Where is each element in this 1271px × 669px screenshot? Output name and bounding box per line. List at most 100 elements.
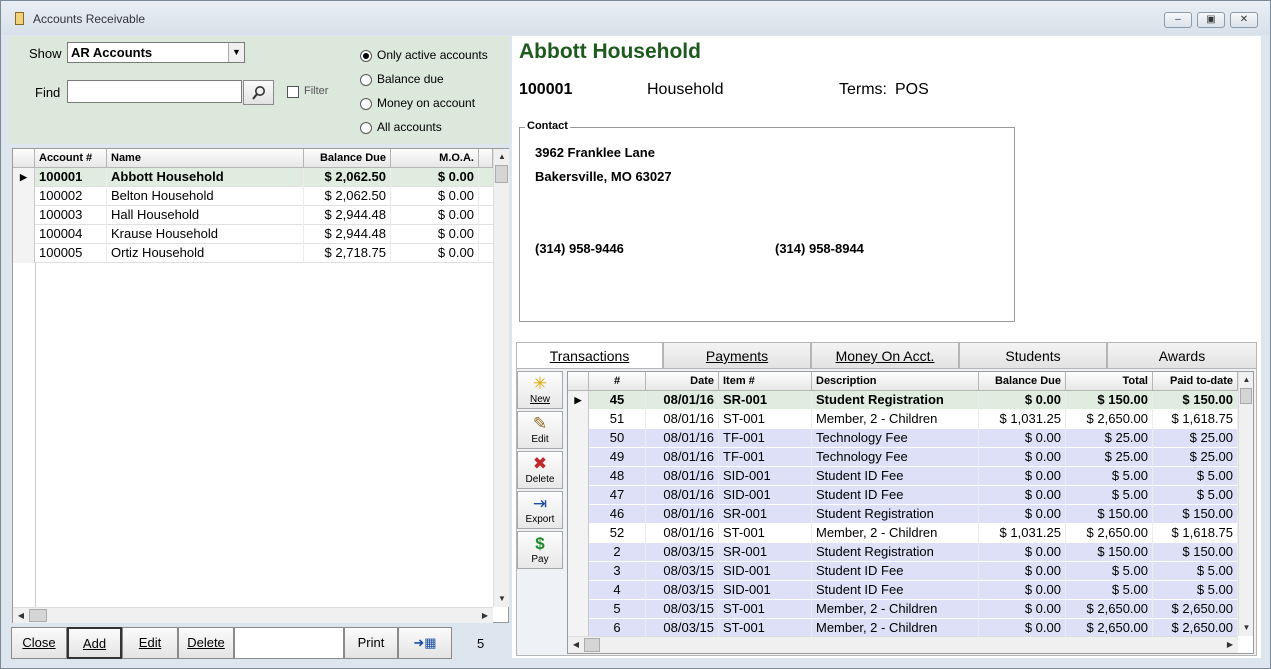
scroll-up-icon[interactable]: ▲ [494, 149, 510, 165]
row-indicator[interactable] [568, 486, 589, 505]
row-indicator[interactable] [568, 410, 589, 429]
search-button[interactable] [243, 80, 274, 105]
row-indicator[interactable] [568, 505, 589, 524]
scroll-down-icon[interactable]: ▼ [494, 591, 510, 607]
row-indicator[interactable]: ▶ [568, 391, 589, 410]
column-header-account[interactable]: Account # [35, 149, 107, 168]
table-row[interactable]: 100004 Krause Household $ 2,944.48 $ 0.00 [13, 225, 493, 244]
row-indicator[interactable] [568, 429, 589, 448]
pay-button[interactable]: $ Pay [517, 531, 563, 569]
scroll-thumb[interactable] [1240, 388, 1252, 404]
radio-all-accounts[interactable]: All accounts [360, 120, 442, 136]
print-button[interactable]: Print [344, 627, 398, 659]
table-row[interactable]: 50 08/01/16 TF-001 Technology Fee $ 0.00 $ 25… [568, 429, 1238, 448]
row-indicator[interactable] [568, 524, 589, 543]
delete-x-icon: ✖ [532, 454, 548, 473]
column-header-balance-due[interactable]: Balance Due [304, 149, 391, 168]
table-row[interactable]: 47 08/01/16 SID-001 Student ID Fee $ 0.00 $ 5… [568, 486, 1238, 505]
column-header-name[interactable]: Name [107, 149, 304, 168]
row-indicator[interactable] [568, 562, 589, 581]
row-indicator[interactable] [13, 225, 35, 244]
tab-money-on-acct[interactable]: Money On Acct. [811, 342, 959, 369]
tab-payments[interactable]: Payments [663, 342, 811, 369]
scroll-thumb[interactable] [495, 165, 508, 183]
number-cell: 47 [589, 486, 646, 505]
scroll-left-icon[interactable]: ◀ [13, 608, 29, 624]
row-indicator[interactable] [568, 600, 589, 619]
scroll-right-icon[interactable]: ▶ [477, 608, 493, 624]
row-indicator[interactable] [568, 581, 589, 600]
table-row[interactable]: 51 08/01/16 ST-001 Member, 2 - Children $ 1,… [568, 410, 1238, 429]
paid-to-date-cell: $ 5.00 [1153, 467, 1238, 486]
export-button[interactable]: ⇥ Export [517, 491, 563, 529]
column-header-balance-due[interactable]: Balance Due [979, 372, 1066, 391]
new-button[interactable]: ✳ New [517, 371, 563, 409]
edit-button[interactable]: Edit [122, 627, 178, 659]
table-row[interactable]: 46 08/01/16 SR-001 Student Registration $ 0.… [568, 505, 1238, 524]
tab-transactions[interactable]: Transactions [516, 342, 663, 370]
row-indicator[interactable] [568, 448, 589, 467]
accounts-vertical-scrollbar[interactable]: ▲ ▼ [493, 149, 509, 607]
scroll-thumb[interactable] [29, 609, 47, 622]
accounts-horizontal-scrollbar[interactable]: ◀ ▶ [13, 607, 493, 623]
maximize-button[interactable]: ▣ [1197, 12, 1225, 28]
radio-balance-due[interactable]: Balance due [360, 72, 444, 88]
column-header-number[interactable]: # [589, 372, 646, 391]
table-row[interactable]: 100003 Hall Household $ 2,944.48 $ 0.00 [13, 206, 493, 225]
close-window-button[interactable]: ✕ [1230, 12, 1258, 28]
scroll-left-icon[interactable]: ◀ [568, 637, 584, 653]
tab-students[interactable]: Students [959, 342, 1107, 369]
table-row[interactable]: 48 08/01/16 SID-001 Student ID Fee $ 0.00 $ 5… [568, 467, 1238, 486]
radio-button-selected[interactable] [360, 49, 372, 62]
table-row[interactable]: ▶ 45 08/01/16 SR-001 Student Registration $ 0… [568, 391, 1238, 410]
row-indicator[interactable] [13, 244, 35, 263]
close-button[interactable]: Close [11, 627, 67, 659]
add-button[interactable]: Add [67, 627, 122, 659]
table-row[interactable]: 3 08/03/15 SID-001 Student ID Fee $ 0.00 $ 5.… [568, 562, 1238, 581]
scroll-up-icon[interactable]: ▲ [1239, 372, 1254, 388]
export-grid-button[interactable]: ➜▦ [398, 627, 452, 659]
column-header-paid-to-date[interactable]: Paid to-date [1153, 372, 1238, 391]
filter-checkbox[interactable] [287, 86, 299, 98]
edit-transaction-button[interactable]: ✎ Edit [517, 411, 563, 449]
find-input[interactable] [67, 80, 242, 103]
transactions-horizontal-scrollbar[interactable]: ◀ ▶ [568, 636, 1238, 653]
column-header-description[interactable]: Description [812, 372, 979, 391]
tab-awards[interactable]: Awards [1107, 342, 1257, 369]
row-indicator[interactable]: ▶ [13, 168, 35, 187]
table-row[interactable]: 2 08/03/15 SR-001 Student Registration $ 0.0… [568, 543, 1238, 562]
radio-button[interactable] [360, 73, 372, 86]
radio-button[interactable] [360, 97, 372, 110]
radio-only-active[interactable]: Only active accounts [360, 48, 488, 64]
row-indicator[interactable] [13, 206, 35, 225]
paid-to-date-cell: $ 5.00 [1153, 486, 1238, 505]
table-row[interactable]: 52 08/01/16 ST-001 Member, 2 - Children $ 1,… [568, 524, 1238, 543]
scroll-thumb[interactable] [584, 638, 600, 652]
description-cell: Member, 2 - Children [812, 600, 979, 619]
table-row[interactable]: 4 08/03/15 SID-001 Student ID Fee $ 0.00 $ 5.… [568, 581, 1238, 600]
column-header-total[interactable]: Total [1066, 372, 1153, 391]
scroll-right-icon[interactable]: ▶ [1222, 637, 1238, 653]
table-row[interactable]: ▶ 100001 Abbott Household $ 2,062.50 $ 0.00 [13, 168, 493, 187]
paid-to-date-cell: $ 5.00 [1153, 581, 1238, 600]
table-row[interactable]: 100002 Belton Household $ 2,062.50 $ 0.00 [13, 187, 493, 206]
table-row[interactable]: 100005 Ortiz Household $ 2,718.75 $ 0.00 [13, 244, 493, 263]
scroll-down-icon[interactable]: ▼ [1239, 620, 1254, 636]
radio-button[interactable] [360, 121, 372, 134]
table-row[interactable]: 5 08/03/15 ST-001 Member, 2 - Children $ 0.0… [568, 600, 1238, 619]
minimize-button[interactable]: – [1164, 12, 1192, 28]
delete-button[interactable]: Delete [178, 627, 234, 659]
balance-due-cell: $ 0.00 [979, 581, 1066, 600]
row-indicator[interactable] [13, 187, 35, 206]
column-header-date[interactable]: Date [646, 372, 719, 391]
column-header-item[interactable]: Item # [719, 372, 812, 391]
transactions-vertical-scrollbar[interactable]: ▲ ▼ [1238, 372, 1253, 636]
radio-money-on-account[interactable]: Money on account [360, 96, 475, 112]
row-indicator[interactable] [568, 543, 589, 562]
column-header-moa[interactable]: M.O.A. [391, 149, 479, 168]
row-indicator[interactable] [568, 467, 589, 486]
show-dropdown[interactable]: AR Accounts ▼ [67, 42, 245, 63]
chevron-down-icon[interactable]: ▼ [228, 43, 244, 62]
delete-transaction-button[interactable]: ✖ Delete [517, 451, 563, 489]
table-row[interactable]: 49 08/01/16 TF-001 Technology Fee $ 0.00 $ 25… [568, 448, 1238, 467]
